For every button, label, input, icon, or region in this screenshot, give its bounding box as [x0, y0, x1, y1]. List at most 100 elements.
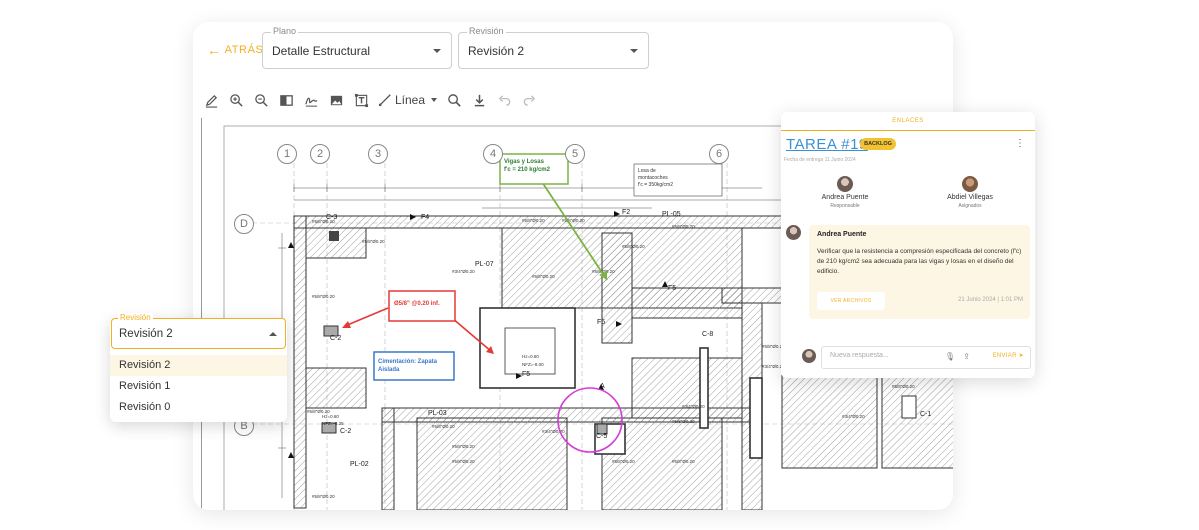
comment-card: Andrea Puente Verificar que la resistenc…	[809, 225, 1030, 319]
drawing-toolbar: Línea	[203, 88, 537, 112]
label-f2: F2	[622, 209, 630, 216]
back-label: ATRÁS	[224, 44, 264, 56]
chevron-down-icon	[431, 98, 438, 102]
label-f5a: F5	[668, 285, 676, 292]
plano-value: Detalle Estructural	[272, 44, 371, 58]
svg-text:#5/8"Ø0.20: #5/8"Ø0.20	[612, 459, 635, 464]
due-date: Fecha de entrega 11 Junio 2024	[784, 157, 856, 163]
svg-text:#5/8"Ø0.20: #5/8"Ø0.20	[522, 218, 545, 223]
search-icon[interactable]	[446, 92, 462, 108]
compare-icon[interactable]	[278, 92, 294, 108]
signature-icon[interactable]	[303, 92, 319, 108]
svg-text:#5/8"Ø0.20: #5/8"Ø0.20	[672, 459, 695, 464]
avatar	[837, 176, 853, 192]
svg-text:#3/4"Ø0.20: #3/4"Ø0.20	[682, 404, 705, 409]
chevron-down-icon	[433, 49, 441, 53]
label-f5b: F5	[522, 371, 530, 378]
cimentacion-line-2: Aislada	[378, 367, 400, 373]
revision-dropdown-label: Revisión	[118, 313, 153, 322]
plano-select[interactable]: Plano Detalle Estructural	[262, 26, 452, 69]
grid-bubble-d: D	[234, 214, 254, 234]
revision-option-0[interactable]: Revisión 0	[110, 397, 287, 418]
label-f6: F6	[597, 319, 605, 326]
label-c1: C-1	[920, 411, 931, 418]
label-c3: C-3	[326, 214, 337, 221]
svg-text:#5/8"Ø0.20: #5/8"Ø0.20	[672, 224, 695, 229]
losa-annotation: Losa de montacoches f'c = 350kg/cm2	[638, 168, 720, 189]
avatar	[802, 349, 816, 363]
label-c5: C-5	[596, 433, 607, 440]
task-panel: ENLACES TAREA #19 BACKLOG ⋮ Fecha de ent…	[781, 112, 1035, 378]
label-c2a: C-2	[330, 335, 341, 342]
label-f4a: F4	[421, 214, 429, 221]
zoom-in-icon[interactable]	[228, 92, 244, 108]
line-tool-label: Línea	[395, 93, 426, 107]
losa-line-3: f'c = 350kg/cm2	[638, 182, 673, 188]
redo-icon[interactable]	[521, 92, 537, 108]
tab-enlaces[interactable]: ENLACES	[781, 112, 1035, 131]
label-pl07: PL-07	[475, 261, 494, 268]
microphone-icon[interactable]: 🎙	[945, 352, 955, 361]
chevron-up-icon	[269, 332, 277, 336]
vigas-line-1: Vigas y Losas	[504, 159, 544, 165]
view-files-button[interactable]: VER ARCHIVOS	[817, 292, 885, 310]
more-options-icon[interactable]: ⋮	[1015, 138, 1025, 149]
avatar	[786, 225, 801, 240]
download-icon[interactable]	[471, 92, 487, 108]
grid-bubble-4: 4	[483, 144, 503, 164]
asignado-person: Abdiel Villegas Asignados	[920, 176, 1020, 209]
line-tool-button[interactable]: Línea	[378, 93, 438, 107]
svg-text:Hz=0.60: Hz=0.60	[522, 354, 539, 359]
svg-text:#5/8"Ø0.20: #5/8"Ø0.20	[672, 419, 695, 424]
svg-text:#5/8"Ø0.20: #5/8"Ø0.20	[432, 424, 455, 429]
task-title[interactable]: TAREA #19	[786, 136, 868, 153]
revision-value: Revisión 2	[468, 44, 525, 58]
person-name: Abdiel Villegas	[947, 194, 993, 201]
grid-bubble-6: 6	[709, 144, 729, 164]
person-name: Andrea Puente	[821, 194, 869, 201]
pen-icon[interactable]	[203, 92, 219, 108]
chevron-down-icon	[630, 49, 638, 53]
label-pl02: PL-02	[350, 461, 369, 468]
person-role: Asignados	[958, 203, 982, 209]
reply-bar: Nueva respuesta... 🎙 ⇪ ENVIAR ➤	[781, 341, 1035, 371]
cimentacion-line-1: Cimentación: Zapata	[378, 359, 438, 365]
svg-text:NFZ=-8.00: NFZ=-8.00	[522, 362, 544, 367]
line-icon	[378, 94, 391, 107]
image-icon[interactable]	[328, 92, 344, 108]
grid-bubble-1: 1	[277, 144, 297, 164]
revision-option-1[interactable]: Revisión 1	[110, 376, 287, 397]
back-button[interactable]: ← ATRÁS	[207, 42, 263, 58]
label-c2b: C-2	[340, 428, 351, 435]
avatar	[962, 176, 978, 192]
grid-bubble-2: 2	[310, 144, 330, 164]
upload-icon[interactable]: ⇪	[963, 352, 970, 361]
svg-text:#5/8"Ø0.20: #5/8"Ø0.20	[312, 294, 335, 299]
svg-text:Hz=0.60: Hz=0.60	[322, 414, 339, 419]
responsable-person: Andrea Puente Responsable	[795, 176, 895, 209]
revision-dropdown-value: Revisión 2	[119, 328, 173, 340]
text-box-icon[interactable]	[353, 92, 369, 108]
svg-text:#3/4"Ø0.20: #3/4"Ø0.20	[842, 414, 865, 419]
svg-text:#5/8"Ø0.20: #5/8"Ø0.20	[452, 444, 475, 449]
reply-placeholder: Nueva respuesta...	[830, 352, 889, 359]
reply-input[interactable]: Nueva respuesta... 🎙 ⇪ ENVIAR ➤	[821, 346, 1031, 369]
revision-select[interactable]: Revisión Revisión 2	[458, 26, 649, 69]
label-pl05: PL-05	[662, 211, 681, 218]
losa-line-2: montacoches	[638, 175, 668, 181]
svg-text:#5/8"Ø0.20: #5/8"Ø0.20	[622, 244, 645, 249]
send-button[interactable]: ENVIAR ➤	[993, 352, 1024, 359]
revision-dropdown-field[interactable]: Revisión Revisión 2	[111, 313, 286, 349]
revision-option-2[interactable]: Revisión 2	[110, 355, 287, 376]
revision-dropdown[interactable]: Revisión Revisión 2 Revisión 2 Revisión …	[110, 313, 287, 422]
zoom-out-icon[interactable]	[253, 92, 269, 108]
svg-text:#5/8"Ø0.20: #5/8"Ø0.20	[362, 239, 385, 244]
svg-text:#3/4"Ø0.20: #3/4"Ø0.20	[452, 269, 475, 274]
svg-text:#5/8"Ø0.20: #5/8"Ø0.20	[452, 459, 475, 464]
label-c8: C-8	[702, 331, 713, 338]
undo-icon[interactable]	[496, 92, 512, 108]
acero-annotation: Ø5/8" @0.20 inf.	[394, 300, 452, 308]
svg-text:NFZ=-8.25: NFZ=-8.25	[322, 421, 344, 426]
person-role: Responsable	[830, 203, 860, 209]
losa-line-1: Losa de	[638, 168, 656, 174]
